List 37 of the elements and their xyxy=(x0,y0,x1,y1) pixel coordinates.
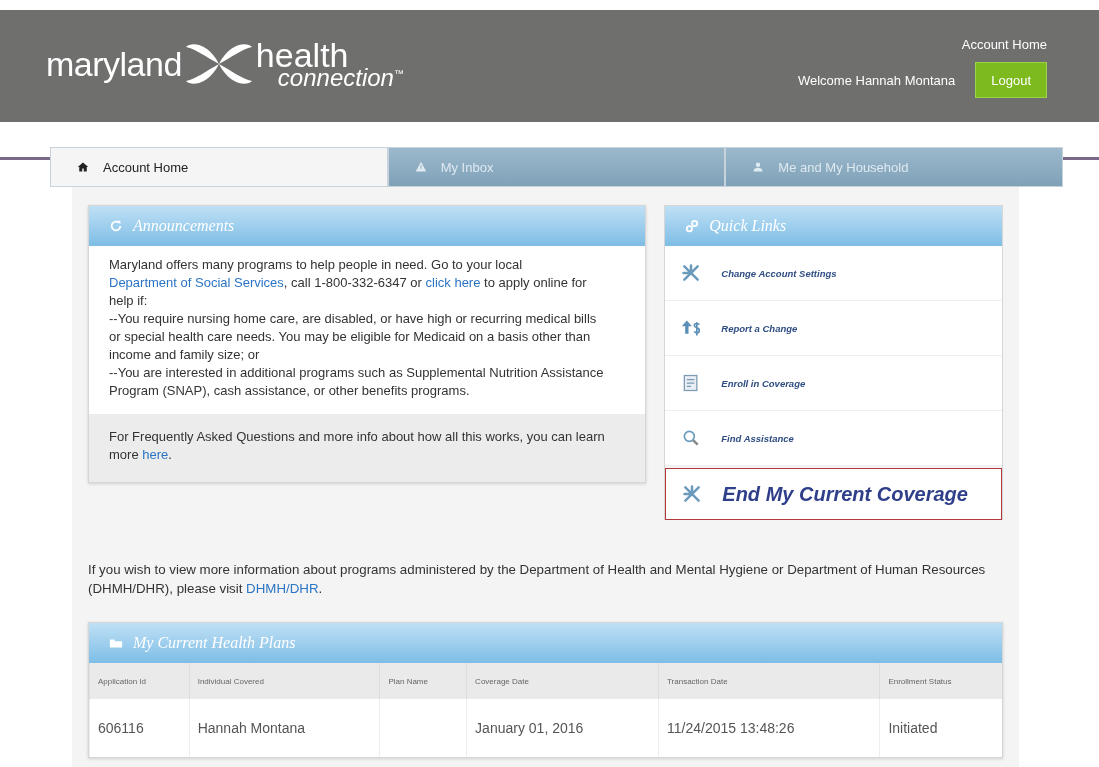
welcome-text: Welcome Hannah Montana xyxy=(797,72,956,88)
card-title: Quick Links xyxy=(709,217,787,235)
column-header: Application Id xyxy=(89,663,190,699)
text-link[interactable]: DHMH/DHR xyxy=(246,581,319,596)
column-header: Individual Covered xyxy=(189,663,380,699)
text-link[interactable]: click here xyxy=(425,275,481,290)
home-icon xyxy=(77,161,89,173)
arrow-dollar-icon xyxy=(681,318,702,338)
link-icon xyxy=(685,219,700,233)
quick-link[interactable]: Report a Change xyxy=(665,301,1002,356)
refresh-icon xyxy=(109,219,123,233)
tab[interactable]: Account Home xyxy=(50,147,388,187)
column-header: Transaction Date xyxy=(658,663,880,699)
announcement-text: --You require nursing home care, are disabled, or have high or recurring medical bills or special health care needs. You may be eligible for Medicaid on a basis other than income and family size; or xyxy=(109,310,598,364)
table-cell: Initiated xyxy=(879,699,1002,757)
info-text: If you wish to view more information about programs administered by the Department of Health and Mental Hygiene or Department of Human Resources (DHMH/DHR), please visit DHMH/DHR. xyxy=(88,561,987,598)
faq-text: For Frequently Asked Questions and more info about how all this works, you can learn more here. xyxy=(109,428,606,464)
quick-link[interactable]: End My Current Coverage xyxy=(665,468,1002,520)
announcement-text: --You are interested in additional programs such as Supplemental Nutrition Assistance Program (SNAP), cash assistance, or other benefits programs. xyxy=(109,364,605,400)
quick-link[interactable]: Change Account Settings xyxy=(665,246,1002,301)
text-link[interactable]: Department of Social Services xyxy=(109,275,284,290)
column-header: Plan Name xyxy=(379,663,467,699)
card-title: My Current Health Plans xyxy=(133,634,296,652)
column-header: Coverage Date xyxy=(466,663,659,699)
quick-link[interactable]: Enroll in Coverage xyxy=(665,356,1002,411)
announcement-text: Maryland offers many programs to help people in need. Go to your local Department of Social Services, call 1-800-332-6347 or click here to apply online for help if: xyxy=(109,256,588,310)
logo-text: maryland xyxy=(46,44,182,84)
account-home-link[interactable]: Account Home xyxy=(961,37,1047,52)
table-cell: 606116 xyxy=(89,699,190,757)
table-cell: Hannah Montana xyxy=(189,699,380,757)
table-cell: January 01, 2016 xyxy=(466,699,659,757)
column-header: Enrollment Status xyxy=(879,663,1002,699)
card-title: Announcements xyxy=(133,217,235,235)
table-cell: 11/24/2015 13:48:26 xyxy=(658,699,880,757)
person-icon xyxy=(752,161,765,173)
warning-icon xyxy=(414,161,427,173)
quick-link[interactable]: Find Assistance xyxy=(665,411,1002,466)
